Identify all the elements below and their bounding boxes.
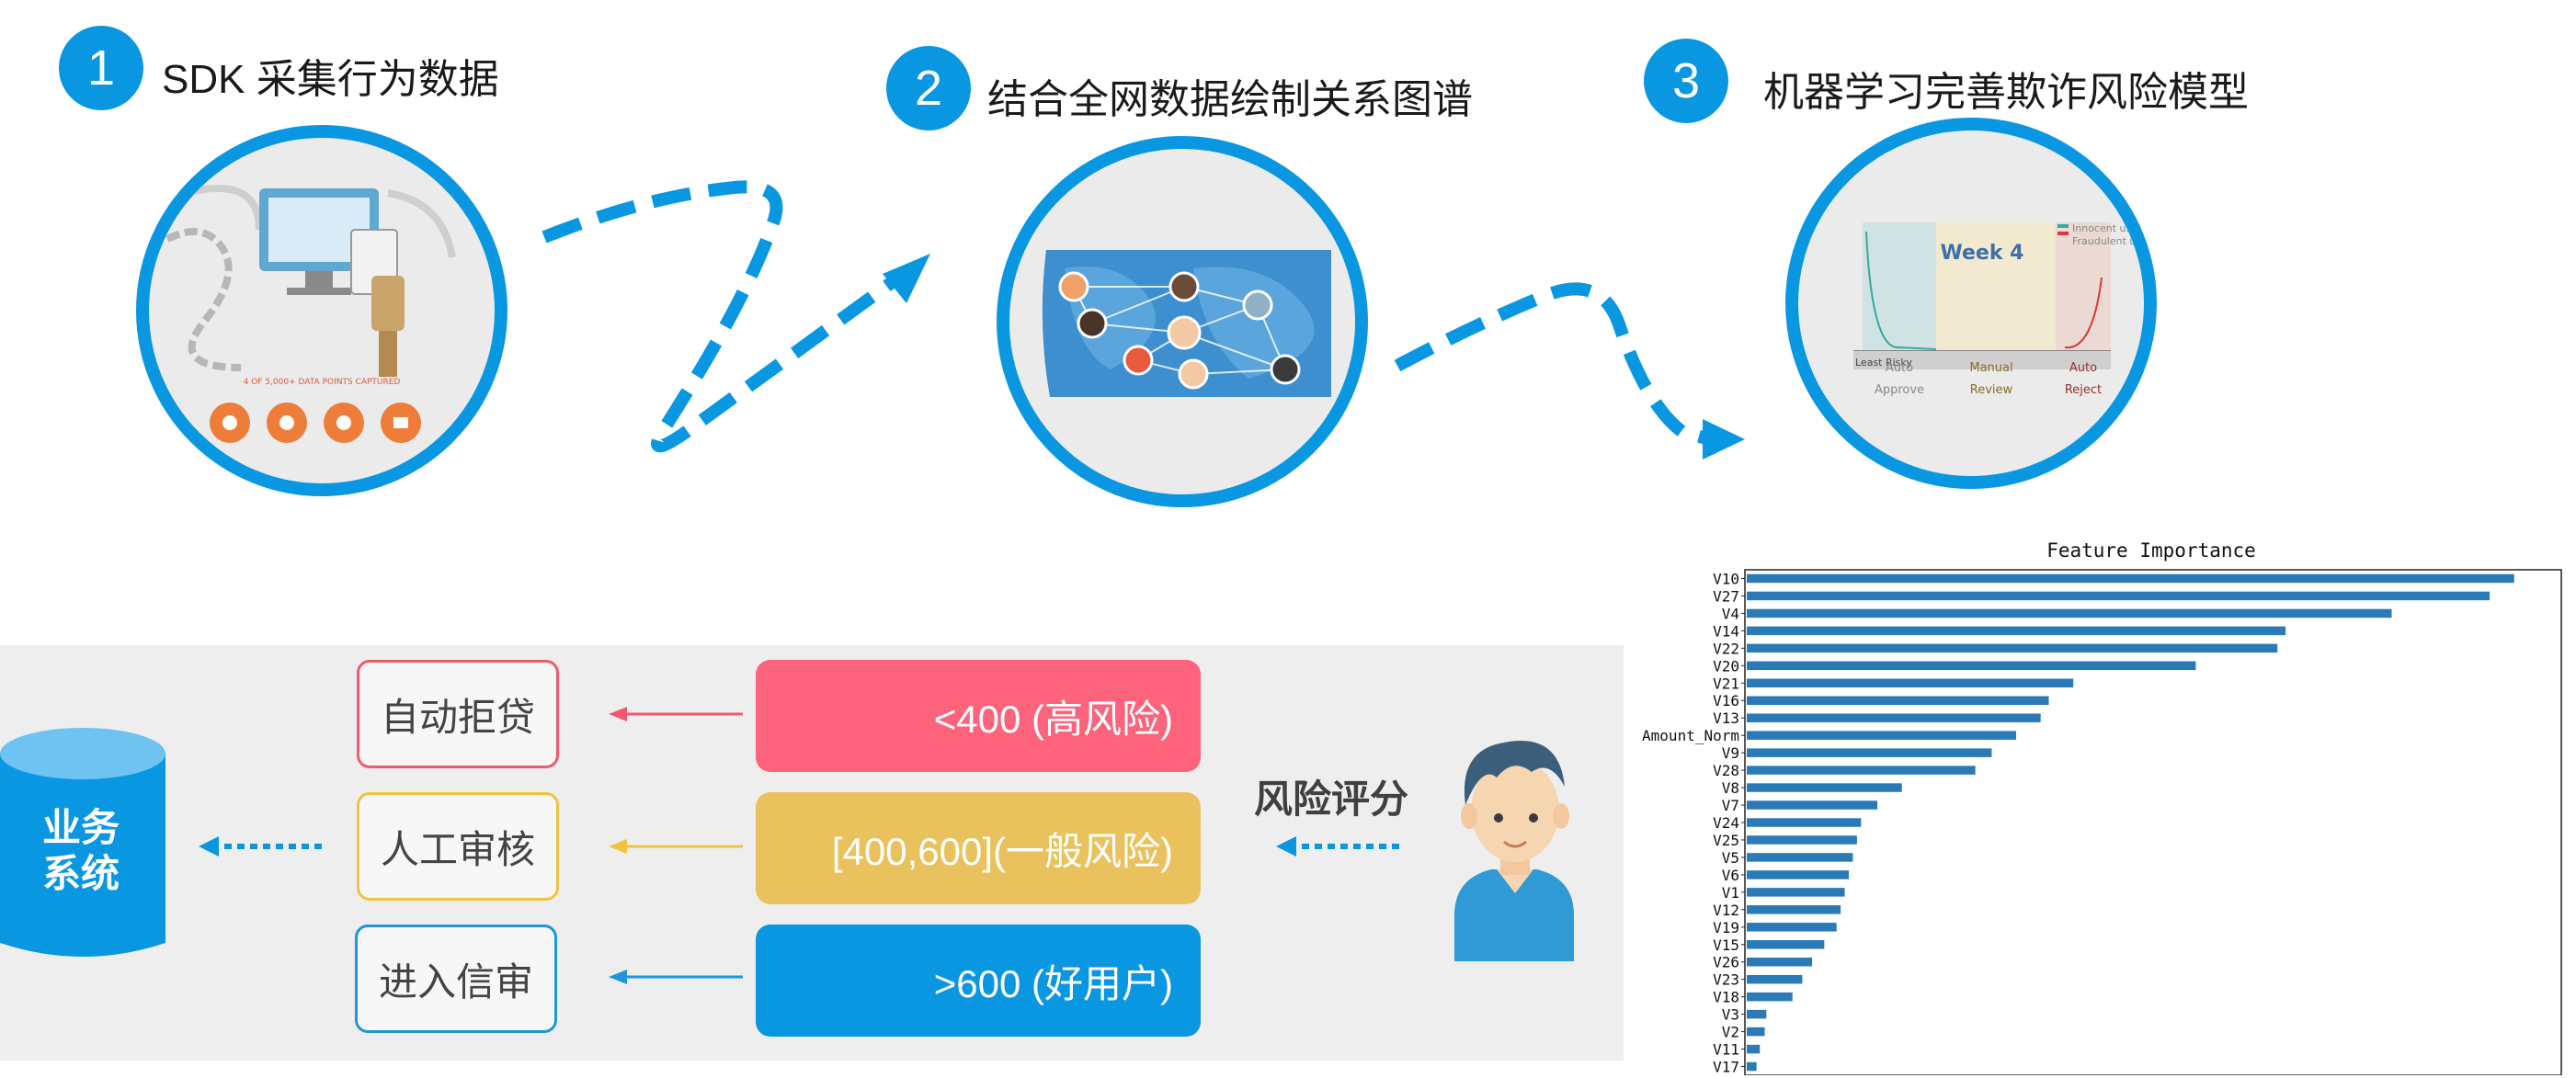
bar-v6 [1747,870,1849,879]
bar-v10 [1747,573,2514,584]
bar-v26 [1747,957,1813,967]
tick-label-v14: V14 [1713,622,1739,640]
business-system-label: 业务 系统 [26,805,136,897]
decision-auto-reject: 自动拒贷 [357,660,559,768]
bar-v20 [1747,661,2196,671]
bar-v23 [1747,974,1803,984]
bar-v3 [1747,1009,1767,1019]
tick-label-v12: V12 [1713,902,1739,919]
tick-label-amount_norm: Amount_Norm [1642,727,1739,744]
tick-label-v2: V2 [1722,1024,1739,1041]
bar-v5 [1747,853,1853,862]
tick-label-v3: V3 [1722,1006,1739,1024]
bar-v9 [1747,748,1992,757]
bar-v25 [1747,835,1857,845]
tick-label-v19: V19 [1713,919,1739,936]
tick-label-v22: V22 [1713,640,1739,657]
tick-label-v25: V25 [1713,832,1739,849]
bar-v24 [1747,818,1862,827]
decision-manual-review: 人工审核 [357,792,559,901]
arrow-good-user [609,970,743,984]
decision-credit-review: 进入信审 [355,925,557,1033]
bar-v16 [1747,696,2049,705]
bar-v19 [1747,923,1837,932]
tick-label-v6: V6 [1722,867,1739,884]
bar-amount_norm [1747,731,2017,740]
arrow-high-risk [609,707,743,721]
tick-label-v16: V16 [1713,692,1739,709]
bar-v11 [1747,1044,1761,1054]
tick-label-v23: V23 [1713,971,1739,989]
bar-v2 [1747,1027,1765,1037]
risk-score-label: 风险评分 [1254,777,1409,821]
tick-label-v21: V21 [1713,675,1739,692]
score-good-user: >600 (好用户) [756,925,1201,1037]
risk-score-arrow [1276,836,1399,857]
score-mid-risk: [400,600](一般风险) [756,792,1201,904]
tick-label-v9: V9 [1722,744,1739,762]
bar-v22 [1747,643,2278,653]
bar-v12 [1747,905,1841,914]
bar-v4 [1747,608,2392,618]
tick-label-v18: V18 [1713,989,1739,1006]
system-input-arrow [199,836,322,857]
tick-label-v26: V26 [1713,954,1739,971]
bar-v18 [1747,992,1793,1002]
business-system-label-line2: 系统 [41,852,120,895]
bar-v21 [1747,678,2074,688]
arrowhead-2 [1703,419,1745,460]
score-high-risk: <400 (高风险) [756,660,1201,772]
bar-v27 [1747,591,2491,601]
tick-label-v1: V1 [1722,884,1739,902]
tick-label-v8: V8 [1722,779,1739,797]
user-avatar-icon [1454,741,1574,961]
tick-label-v11: V11 [1713,1041,1739,1059]
business-system-label-line1: 业务 [41,806,120,849]
bar-v7 [1747,800,1878,810]
arrow-mid-risk [609,839,743,854]
bar-v8 [1747,783,1902,792]
chart-title: Feature Importance [2046,539,2256,562]
tick-label-v24: V24 [1713,814,1739,832]
tick-label-v27: V27 [1713,587,1739,605]
tick-label-v5: V5 [1722,849,1739,867]
bar-v14 [1747,626,2286,636]
feature-importance-chart: Feature Importance V10V27V4V14V22V20V21V… [1642,539,2562,1075]
arrow-2-to-3 [1394,282,1712,446]
tick-label-v15: V15 [1713,936,1739,954]
bar-v28 [1747,766,1976,775]
tick-label-v10: V10 [1713,570,1739,587]
tick-label-v7: V7 [1722,797,1739,814]
arrowhead-1 [883,254,930,303]
bar-v15 [1747,940,1825,949]
arrow-1-to-2 [541,180,906,453]
tick-label-v4: V4 [1722,605,1739,622]
tick-label-v17: V17 [1713,1059,1739,1075]
tick-label-v13: V13 [1713,709,1739,727]
bar-v13 [1747,713,2041,722]
tick-label-v20: V20 [1713,657,1739,675]
tick-label-v28: V28 [1713,762,1739,779]
bar-v17 [1747,1061,1757,1072]
bar-v1 [1747,888,1845,897]
